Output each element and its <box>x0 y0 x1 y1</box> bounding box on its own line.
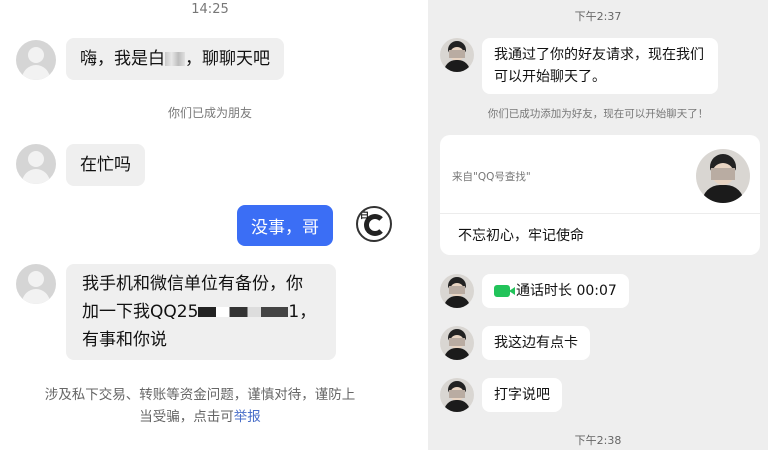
notice-text: 涉及私下交易、转账等资金问题，谨慎对待，谨防上当受骗，点击可 <box>44 387 356 425</box>
contact-avatar[interactable] <box>440 38 474 72</box>
message-bubble[interactable]: 我手机和微信单位有备份，你 加一下我QQ25 1， 有事和你说 <box>66 264 336 360</box>
wechat-chat-panel: 14:25 嗨，我是白 ，聊聊天吧 你们已成为朋友 在忙吗 没事，哥 白 我手机和… <box>0 0 420 450</box>
chat-time: 14:25 <box>191 2 229 17</box>
system-message: 你们已成功添加为好友，现在可以开始聊天了！ <box>487 108 709 120</box>
report-link[interactable]: 举报 <box>234 409 261 425</box>
mosaic-redaction <box>198 307 289 317</box>
message-text: 没事，哥 <box>251 218 319 238</box>
message-text: 有事和你说 <box>82 330 167 350</box>
profile-card[interactable]: 来自"QQ号查找" 不忘初心，牢记使命 <box>440 135 760 255</box>
contact-avatar[interactable] <box>440 326 474 360</box>
chat-time: 下午2:38 <box>574 434 622 447</box>
contact-avatar[interactable] <box>440 378 474 412</box>
message-bubble[interactable]: 打字说吧 <box>482 378 562 412</box>
message-text: 我通过了你的好友请求，现在我们可以开始聊天了。 <box>494 47 704 85</box>
message-bubble[interactable]: 在忙吗 <box>66 144 145 186</box>
system-message: 你们已成为朋友 <box>167 106 252 120</box>
message-text: 我这边有点卡 <box>494 335 578 351</box>
message-bubble[interactable]: 我通过了你的好友请求，现在我们可以开始聊天了。 <box>482 38 718 94</box>
message-text: 在忙吗 <box>80 155 131 175</box>
mosaic-redaction <box>165 52 185 66</box>
contact-avatar[interactable] <box>16 144 56 184</box>
card-signature: 不忘初心，牢记使命 <box>458 228 584 244</box>
card-divider <box>440 213 760 214</box>
contact-avatar[interactable] <box>16 264 56 304</box>
message-text: 打字说吧 <box>494 387 550 403</box>
card-source: 来自"QQ号查找" <box>452 171 531 183</box>
message-text: 1， <box>288 302 317 322</box>
video-call-icon <box>494 285 515 297</box>
message-bubble[interactable]: 我这边有点卡 <box>482 326 590 360</box>
card-avatar <box>696 149 750 203</box>
qq-chat-panel: 下午2:37 我通过了你的好友请求，现在我们可以开始聊天了。 你们已成功添加为好… <box>428 0 768 450</box>
message-text: 嗨，我是白 <box>80 49 165 69</box>
message-text: 加一下我QQ25 <box>82 302 199 322</box>
message-text: ，聊聊天吧 <box>185 49 270 69</box>
safety-notice: 涉及私下交易、转账等资金问题，谨慎对待，谨防上当受骗，点击可举报 <box>40 384 360 428</box>
message-text: 我手机和微信单位有备份，你 <box>82 274 303 294</box>
call-record-bubble[interactable]: 通话时长 00:07 <box>482 274 629 308</box>
outgoing-message-bubble[interactable]: 没事，哥 <box>237 205 333 246</box>
message-bubble[interactable]: 嗨，我是白 ，聊聊天吧 <box>66 38 284 80</box>
call-duration-text: 通话时长 00:07 <box>516 283 617 299</box>
contact-avatar[interactable] <box>440 274 474 308</box>
self-avatar[interactable]: 白 <box>356 206 392 242</box>
avatar-seal-char: 白 <box>360 211 370 221</box>
contact-avatar[interactable] <box>16 40 56 80</box>
chat-time: 下午2:37 <box>574 10 622 23</box>
